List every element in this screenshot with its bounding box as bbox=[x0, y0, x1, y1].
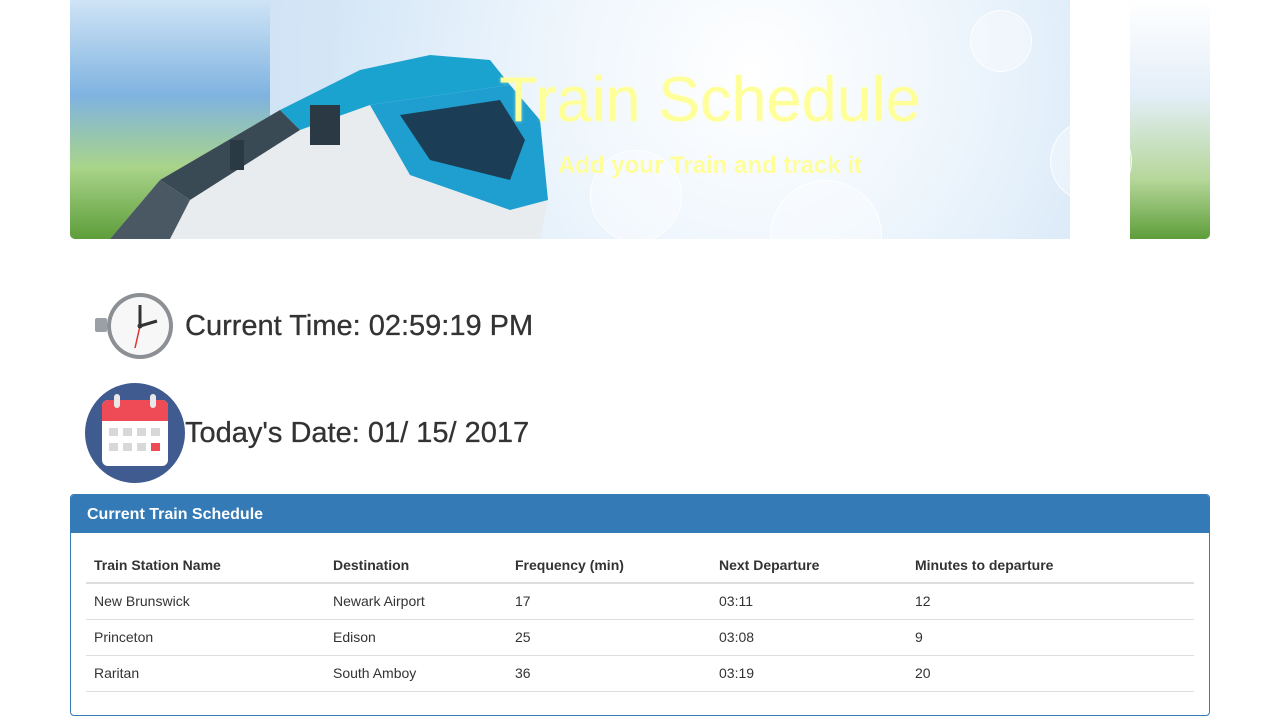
current-time: Current Time: 02:59:19 PM bbox=[185, 309, 534, 342]
cell-station: New Brunswick bbox=[86, 583, 325, 620]
table-row: Princeton Edison 25 03:08 9 bbox=[86, 619, 1194, 656]
column-header-frequency: Frequency (min) bbox=[507, 548, 711, 584]
cell-next-departure: 03:19 bbox=[711, 655, 907, 692]
cell-destination: Edison bbox=[325, 619, 507, 656]
table-header-row: Train Station Name Destination Frequency… bbox=[86, 548, 1194, 584]
page-title: Train Schedule bbox=[499, 65, 921, 135]
page-subtitle: Add your Train and track it bbox=[557, 152, 863, 179]
cell-destination: South Amboy bbox=[325, 655, 507, 692]
column-header-station: Train Station Name bbox=[86, 548, 325, 584]
schedule-panel: Current Train Schedule Train Station Nam… bbox=[70, 494, 1210, 716]
column-header-destination: Destination bbox=[325, 548, 507, 584]
cell-frequency: 36 bbox=[507, 655, 711, 692]
column-header-minutes-away: Minutes to departure bbox=[907, 548, 1194, 584]
cell-frequency: 25 bbox=[507, 619, 711, 656]
todays-date: Today's Date: 01/ 15/ 2017 bbox=[185, 416, 530, 449]
clock-icon bbox=[95, 293, 173, 359]
cell-next-departure: 03:11 bbox=[711, 583, 907, 620]
calendar-icon bbox=[85, 383, 185, 483]
current-time-row: Current Time: 02:59:19 PM bbox=[85, 290, 533, 362]
table-row: New Brunswick Newark Airport 17 03:11 12 bbox=[86, 583, 1194, 620]
cell-next-departure: 03:08 bbox=[711, 619, 907, 656]
todays-date-row: Today's Date: 01/ 15/ 2017 bbox=[85, 383, 529, 483]
schedule-table: Train Station Name Destination Frequency… bbox=[86, 548, 1194, 692]
table-row: Raritan South Amboy 36 03:19 20 bbox=[86, 655, 1194, 692]
cell-station: Princeton bbox=[86, 619, 325, 656]
cell-minutes-away: 9 bbox=[907, 619, 1194, 656]
header-banner: Train Schedule Add your Train and track … bbox=[70, 0, 1210, 239]
cell-minutes-away: 20 bbox=[907, 655, 1194, 692]
cell-minutes-away: 12 bbox=[907, 583, 1194, 620]
cell-station: Raritan bbox=[86, 655, 325, 692]
panel-heading: Current Train Schedule bbox=[71, 495, 1209, 533]
cell-destination: Newark Airport bbox=[325, 583, 507, 620]
cell-frequency: 17 bbox=[507, 583, 711, 620]
column-header-next-departure: Next Departure bbox=[711, 548, 907, 584]
